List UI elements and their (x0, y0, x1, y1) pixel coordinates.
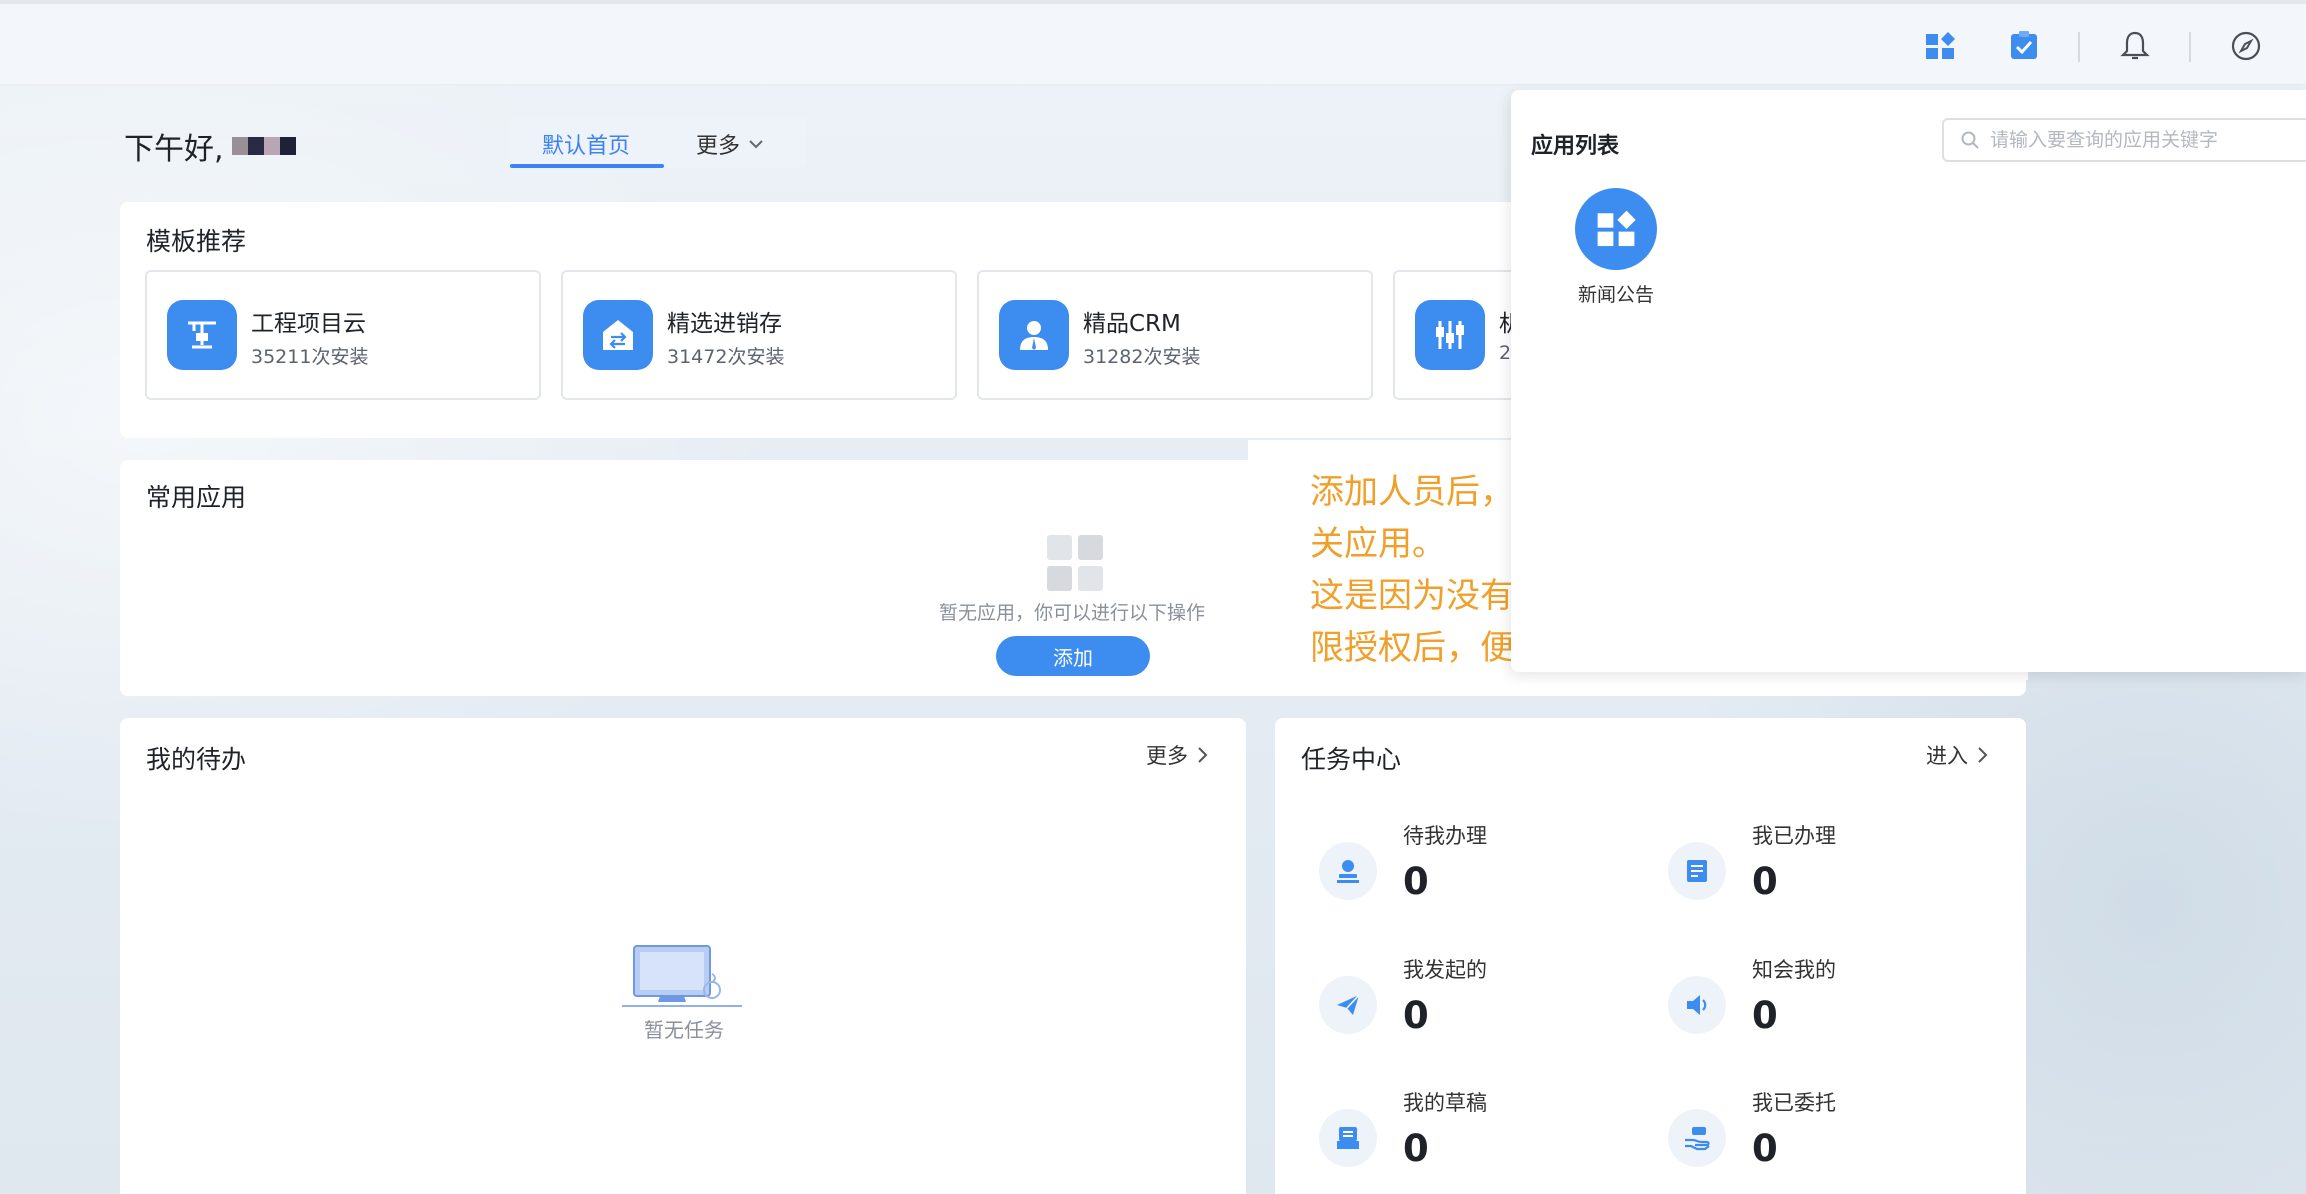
chevron-down-icon (749, 140, 763, 149)
chevron-right-icon (1978, 747, 1988, 763)
template-card[interactable]: 精品CRM 31282次安装 (977, 270, 1373, 400)
add-app-button[interactable]: 添加 (996, 636, 1150, 676)
task-count: 0 (1752, 1127, 1778, 1170)
template-install-count: 2 (1499, 342, 1512, 364)
hand-icon (1668, 1109, 1726, 1167)
app-search-input[interactable] (1990, 129, 2290, 151)
app-list-popup: 应用列表 新闻公告 (1511, 90, 2306, 672)
send-icon (1319, 976, 1377, 1034)
task-center-title: 任务中心 (1301, 745, 1402, 774)
app-list-title: 应用列表 (1531, 134, 1620, 159)
empty-apps-icon (1046, 534, 1104, 596)
task-item-notified[interactable]: 知会我的 0 (1668, 954, 1988, 1054)
empty-task-text: 暂无任务 (644, 1018, 724, 1042)
bell-icon[interactable] (2117, 28, 2153, 64)
task-label: 我发起的 (1403, 958, 1487, 982)
task-center-panel: 任务中心 进入 待我办理 0 我已办理 0 我发起的 0 知会我的 0 我的草稿… (1275, 718, 2026, 1194)
task-label: 知会我的 (1752, 958, 1836, 982)
divider (2078, 32, 2080, 62)
compass-icon[interactable] (2228, 28, 2264, 64)
speaker-icon (1668, 976, 1726, 1034)
task-count: 0 (1403, 860, 1429, 903)
template-install-count: 31472次安装 (667, 346, 785, 368)
task-item-delegated[interactable]: 我已委托 0 (1668, 1087, 1988, 1187)
greeting: 下午好, (124, 124, 296, 168)
app-grid-icon[interactable] (1922, 28, 1958, 64)
app-item-news[interactable]: 新闻公告 (1561, 188, 1671, 307)
template-name: 精选进销存 (667, 311, 782, 337)
user-name-redacted (231, 137, 296, 155)
app-grid-icon (1575, 188, 1657, 270)
task-label: 我的草稿 (1403, 1091, 1487, 1115)
tab-default-home[interactable]: 默认首页 (542, 128, 630, 160)
crane-icon (167, 300, 237, 370)
user-stamp-icon (1319, 842, 1377, 900)
task-label: 待我办理 (1403, 824, 1487, 848)
tab-more[interactable]: 更多 (696, 128, 764, 160)
todo-more-label: 更多 (1146, 744, 1188, 768)
task-label: 我已办理 (1752, 824, 1836, 848)
tab-underline (510, 164, 664, 168)
divider (2189, 32, 2191, 62)
empty-task-icon (620, 944, 744, 1014)
chevron-right-icon (1198, 747, 1208, 763)
template-install-count: 35211次安装 (251, 346, 369, 368)
task-center-enter-link[interactable]: 进入 (1926, 740, 1988, 770)
template-panel-title: 模板推荐 (146, 227, 247, 256)
task-item-pending[interactable]: 待我办理 0 (1319, 820, 1639, 920)
common-apps-title: 常用应用 (146, 483, 247, 512)
person-icon (999, 300, 1069, 370)
template-name: 工程项目云 (251, 311, 366, 337)
template-card[interactable]: 精选进销存 31472次安装 (561, 270, 957, 400)
task-center-enter-label: 进入 (1926, 744, 1968, 768)
task-count: 0 (1403, 994, 1429, 1037)
top-bar (0, 0, 2306, 84)
tab-more-label: 更多 (696, 134, 741, 159)
task-count: 0 (1403, 1127, 1429, 1170)
template-card[interactable]: 工程项目云 35211次安装 (145, 270, 541, 400)
empty-apps-text: 暂无应用，你可以进行以下操作 (939, 602, 1206, 624)
search-icon (1961, 131, 1979, 149)
task-item-drafts[interactable]: 我的草稿 0 (1319, 1087, 1639, 1187)
document-icon (1668, 842, 1726, 900)
todo-title: 我的待办 (146, 745, 247, 774)
template-install-count: 31282次安装 (1083, 346, 1201, 368)
todo-panel: 我的待办 更多 暂无任务 (120, 718, 1246, 1194)
template-name: 精品CRM (1083, 311, 1181, 337)
warehouse-icon (583, 300, 653, 370)
task-count: 0 (1752, 994, 1778, 1037)
task-item-initiated[interactable]: 我发起的 0 (1319, 954, 1639, 1054)
task-count: 0 (1752, 860, 1778, 903)
equalizer-icon (1415, 300, 1485, 370)
task-label: 我已委托 (1752, 1091, 1836, 1115)
app-item-name: 新闻公告 (1577, 284, 1654, 306)
todo-more-link[interactable]: 更多 (1146, 740, 1208, 770)
inbox-icon (1319, 1109, 1377, 1167)
home-tabs: 默认首页 更多 (510, 116, 806, 168)
task-check-icon[interactable] (2006, 28, 2042, 64)
greeting-text: 下午好, (124, 132, 224, 167)
task-item-handled[interactable]: 我已办理 0 (1668, 820, 1988, 920)
app-search-box (1942, 118, 2306, 162)
